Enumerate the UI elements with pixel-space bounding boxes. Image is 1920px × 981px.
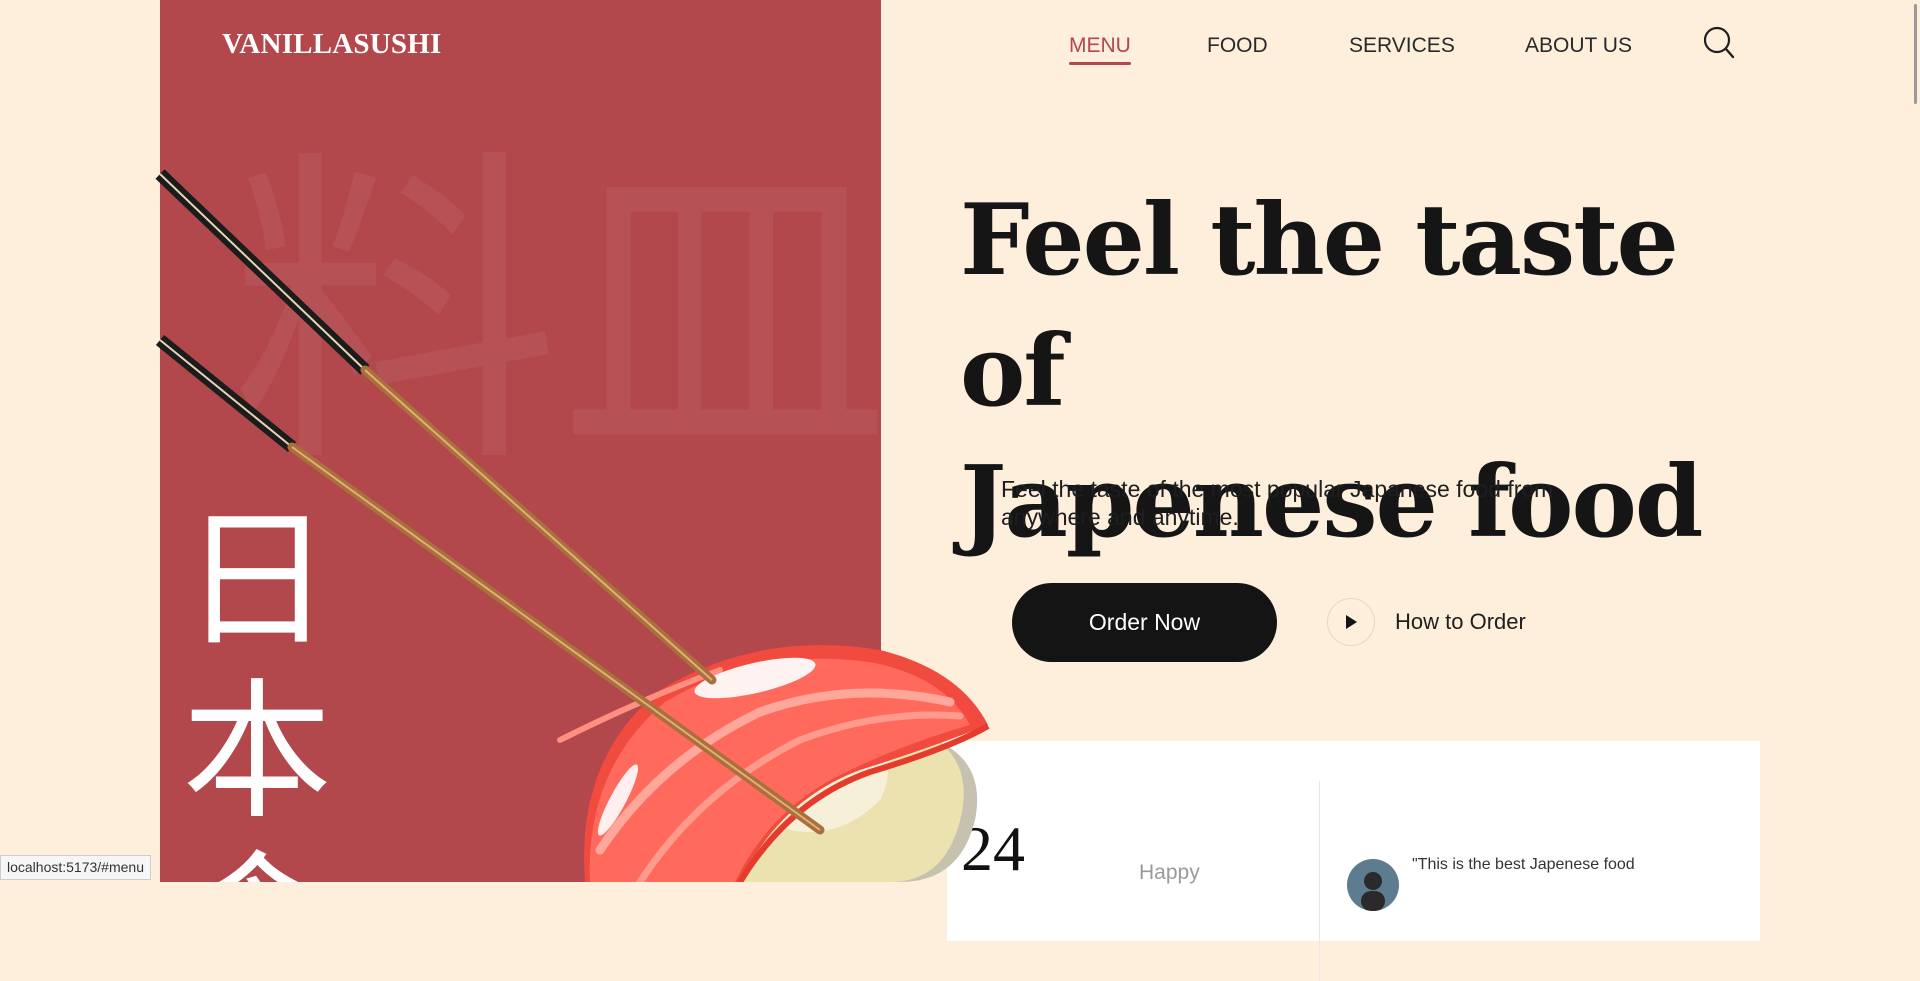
search-icon <box>1703 26 1735 59</box>
nav-link-about-us[interactable]: ABOUT US <box>1525 34 1632 58</box>
nav-link-food[interactable]: FOOD <box>1207 34 1268 58</box>
nav-link-services[interactable]: SERVICES <box>1349 34 1455 58</box>
brand-logo[interactable]: VANILLASUSHI <box>222 28 441 61</box>
nav-link-menu[interactable]: MENU <box>1069 34 1131 65</box>
landing-page: 料 皿 日 本 食 VANILLASUSHI MENU FOOD SERVICE… <box>0 0 1920 981</box>
watermark-kanji-left: 料 <box>230 123 560 507</box>
watermark-kanji-right: 皿 <box>560 123 881 507</box>
stat-label: Happy <box>1139 861 1200 884</box>
how-to-order-label: How to Order <box>1395 609 1526 634</box>
stats-card: 24 Happy "This is the best Japenese food <box>947 741 1760 981</box>
person-icon <box>1361 872 1385 911</box>
vertical-kanji: 日 本 食 <box>182 495 332 882</box>
stat-number: 24 <box>961 813 1025 884</box>
status-bar-url: localhost:5173/#menu <box>0 855 151 880</box>
scrollbar[interactable] <box>1910 0 1920 882</box>
avatar <box>1347 859 1399 911</box>
hero-red-panel: 料 皿 日 本 食 <box>160 0 881 882</box>
kanji-character: 日 <box>182 494 333 668</box>
play-button[interactable] <box>1327 598 1375 646</box>
search-button[interactable] <box>1703 26 1735 60</box>
hero-subtitle: Feel the taste of the most popular Japan… <box>1001 475 1601 531</box>
order-now-button[interactable]: Order Now <box>1012 583 1277 662</box>
stats-divider <box>1319 781 1320 981</box>
hero-title-line: Feel the taste of <box>960 183 1679 429</box>
kanji-character: 本 <box>182 666 333 840</box>
hero-subtitle-line: Feel the taste of the most popular Japan… <box>1001 476 1554 502</box>
hero-subtitle-line: anywhere and anytime. <box>1001 504 1239 530</box>
scrollbar-thumb[interactable] <box>1914 4 1917 104</box>
play-icon <box>1346 615 1357 629</box>
how-to-order-button[interactable]: How to Order <box>1327 597 1526 647</box>
kanji-character: 食 <box>182 839 332 882</box>
review-quote: "This is the best Japenese food <box>1412 856 1635 873</box>
